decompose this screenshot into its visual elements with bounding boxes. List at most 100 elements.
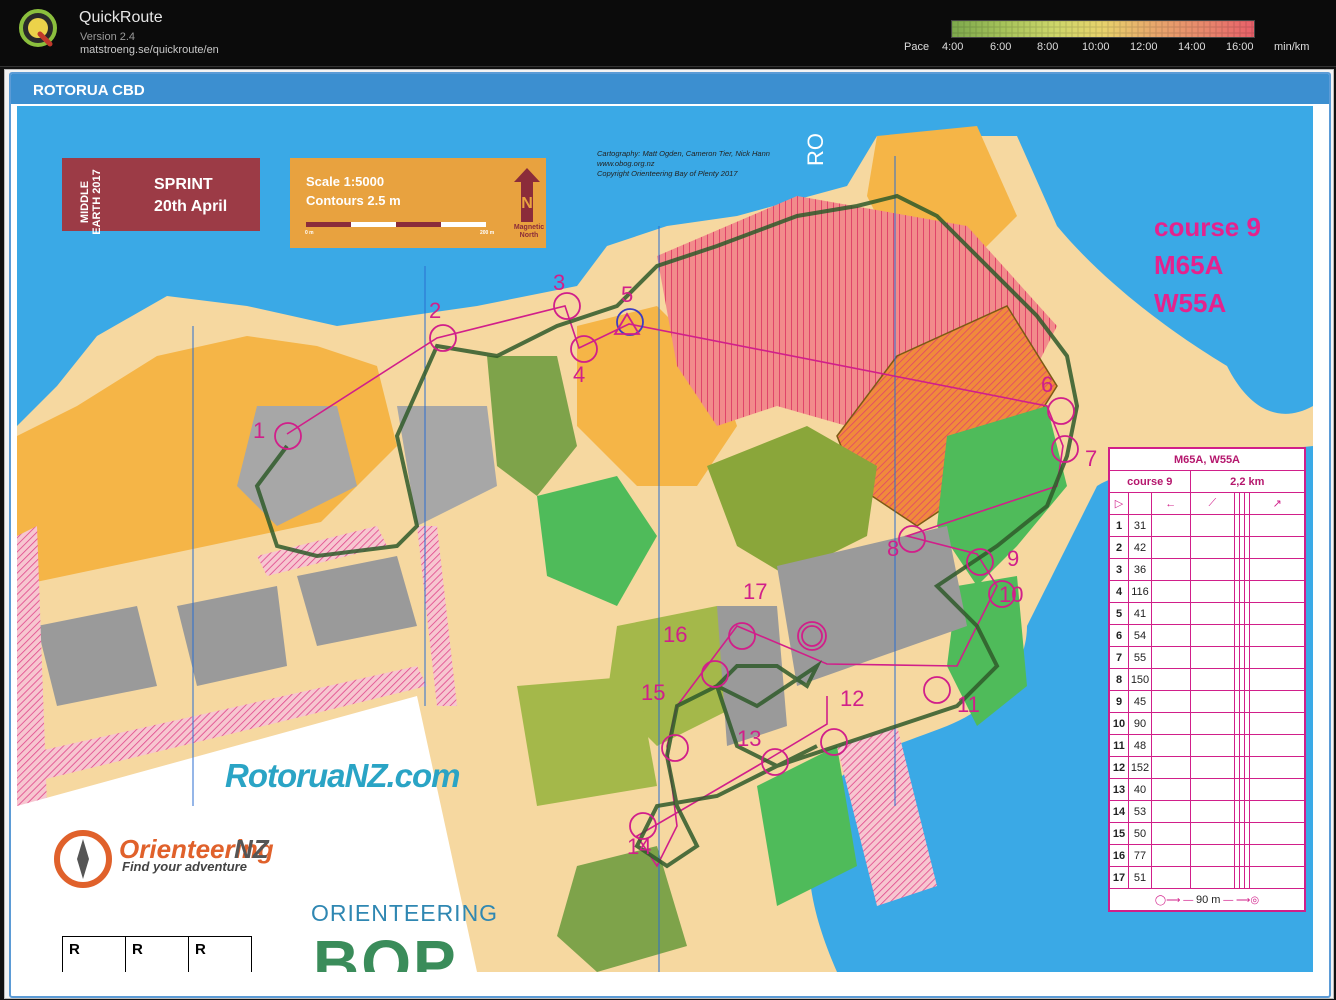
descr-control-code: 54	[1128, 624, 1152, 647]
svg-text:5: 5	[621, 282, 633, 307]
pace-gradient-bar	[951, 20, 1255, 38]
descr-control-number: 1	[1108, 514, 1129, 537]
descr-symbol-cell	[1249, 866, 1306, 889]
descr-symbol-cell	[1189, 844, 1236, 867]
svg-text:14: 14	[627, 834, 651, 859]
descr-control-code: 90	[1128, 712, 1152, 735]
svg-text:11: 11	[957, 692, 980, 717]
pace-tick: 12:00	[1130, 41, 1158, 53]
descr-symbol-cell	[1151, 624, 1191, 647]
descr-symbol-cell	[1189, 866, 1236, 889]
descr-row: 8 150	[1108, 668, 1306, 691]
descr-control-code: 45	[1128, 690, 1152, 713]
map-header: ROTORUA CBD	[11, 74, 1329, 104]
descr-symbol-cell	[1249, 580, 1306, 603]
descr-symbol-cell	[1249, 558, 1306, 581]
descr-control-code: 41	[1128, 602, 1152, 625]
r-box: R	[195, 941, 206, 958]
descr-control-number: 17	[1108, 866, 1129, 889]
app-title: QuickRoute	[79, 9, 163, 26]
descr-symbol-cell	[1249, 734, 1306, 757]
map-title: ROTORUA CBD	[33, 82, 145, 99]
pace-tick: 8:00	[1037, 41, 1059, 53]
descr-control-number: 15	[1108, 822, 1129, 845]
app-url[interactable]: matstroeng.se/quickroute/en	[80, 44, 219, 56]
descr-symbol-cell	[1249, 514, 1306, 537]
descr-control-number: 7	[1108, 646, 1129, 669]
descr-symbol-cell	[1249, 536, 1306, 559]
descr-control-number: 13	[1108, 778, 1129, 801]
event-date: 20th April	[154, 198, 228, 215]
map-viewport[interactable]: ROTORUA CBD 1 2 3 4 5 6 7 8 9 10 11 12 1…	[4, 69, 1334, 999]
descr-symbol-cell	[1189, 514, 1236, 537]
descr-symbol-cell	[1151, 558, 1191, 581]
descr-symbol-cell	[1151, 536, 1191, 559]
scale-bar	[306, 222, 486, 227]
svg-text:15: 15	[641, 680, 665, 705]
descr-symbol-cell	[1151, 756, 1191, 779]
descr-row: 3 36	[1108, 558, 1306, 581]
descr-control-code: 48	[1128, 734, 1152, 757]
svg-text:3: 3	[553, 270, 565, 295]
r-box: R	[126, 937, 189, 972]
pace-tick: 6:00	[990, 41, 1012, 53]
map-credits: Cartography: Matt Ogden, Cameron Tier, N…	[597, 149, 770, 179]
contours-text: Contours 2.5 m	[306, 193, 401, 208]
descr-control-number: 9	[1108, 690, 1129, 713]
descr-symbol-cell	[1249, 712, 1306, 735]
pace-tick: 10:00	[1082, 41, 1110, 53]
descr-control-code: 53	[1128, 800, 1152, 823]
descr-symbol-cell	[1249, 602, 1306, 625]
descr-symbol-cell	[1151, 778, 1191, 801]
descr-symbol-cell	[1151, 712, 1191, 735]
descr-row: 6 54	[1108, 624, 1306, 647]
svg-text:N: N	[521, 195, 533, 212]
descr-row: 15 50	[1108, 822, 1306, 845]
descr-symbol-cell	[1249, 690, 1306, 713]
descr-row: 1 31	[1108, 514, 1306, 537]
descr-control-code: 77	[1128, 844, 1152, 867]
event-series: MIDDLE EARTH 2017	[79, 169, 103, 235]
svg-text:4: 4	[573, 362, 585, 387]
descr-symbol-cell	[1189, 800, 1236, 823]
descr-symbol-cell	[1189, 734, 1236, 757]
map-document[interactable]: ROTORUA CBD 1 2 3 4 5 6 7 8 9 10 11 12 1…	[9, 72, 1331, 998]
descr-symbol-cell	[1189, 558, 1236, 581]
descr-control-number: 4	[1108, 580, 1129, 603]
north-label: Magnetic North	[513, 224, 545, 239]
descr-row: 14 53	[1108, 800, 1306, 823]
app-titlebar: QuickRoute Version 2.4 matstroeng.se/qui…	[0, 0, 1336, 67]
descr-control-code: 36	[1128, 558, 1152, 581]
r-box: R	[63, 937, 126, 972]
descr-control-code: 150	[1128, 668, 1152, 691]
descr-control-number: 12	[1108, 756, 1129, 779]
descr-control-number: 2	[1108, 536, 1129, 559]
descr-symbol-cell	[1189, 580, 1236, 603]
bop-logo: BOP	[313, 927, 458, 972]
descr-symbol-cell	[1249, 844, 1306, 867]
scale-legend: Scale 1:5000 Contours 2.5 m 0 m 200 m N …	[290, 158, 546, 248]
event-type: SPRINT	[154, 176, 213, 193]
quickroute-logo-icon	[19, 9, 57, 47]
descr-control-number: 10	[1108, 712, 1129, 735]
pace-tick: 16:00	[1226, 41, 1254, 53]
svg-text:8: 8	[887, 536, 899, 561]
descr-row: 17 51	[1108, 866, 1306, 889]
map-road-text: RO	[803, 133, 828, 166]
descr-symbol-cell	[1151, 580, 1191, 603]
orienteering-map[interactable]: 1 2 3 4 5 6 7 8 9 10 11 12 13 14 15 16 1	[17, 106, 1313, 972]
course-label-line: course 9	[1154, 212, 1261, 242]
svg-text:17: 17	[743, 579, 767, 604]
course-label-line: M65A	[1154, 250, 1224, 280]
descr-control-code: 116	[1128, 580, 1152, 603]
scale-text: Scale 1:5000	[306, 174, 385, 189]
descr-symbol-cell	[1249, 756, 1306, 779]
descr-symbol-cell	[1151, 800, 1191, 823]
descr-symbol-cell	[1189, 756, 1236, 779]
bop-logo-top: ORIENTEERING	[311, 900, 499, 926]
svg-text:6: 6	[1041, 372, 1053, 397]
descr-symbol-cell	[1151, 866, 1191, 889]
descr-course: course 9	[1108, 470, 1191, 493]
descr-symbol-cell	[1249, 778, 1306, 801]
descr-symbol-cell	[1249, 646, 1306, 669]
